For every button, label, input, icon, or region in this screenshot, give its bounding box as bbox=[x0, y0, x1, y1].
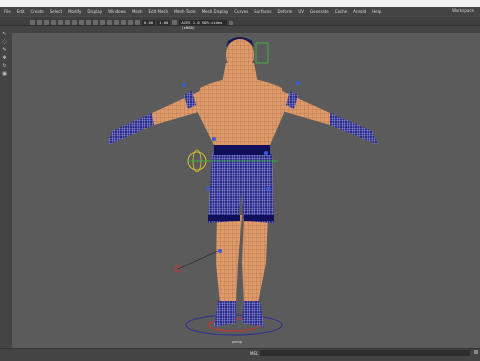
viewport-canvas[interactable] bbox=[12, 33, 480, 348]
shorts-hem-right bbox=[244, 215, 274, 221]
menu-modify[interactable]: Modify bbox=[68, 9, 81, 14]
camera-attributes-icon[interactable] bbox=[37, 20, 42, 25]
head-controller[interactable] bbox=[255, 42, 269, 64]
menu-display[interactable]: Display bbox=[87, 9, 102, 14]
menu-create[interactable]: Create bbox=[30, 9, 43, 14]
smooth-shade-icon[interactable] bbox=[86, 20, 91, 25]
scale-tool-icon[interactable]: ▣ bbox=[1, 70, 8, 77]
left-forearm-wrap[interactable] bbox=[108, 113, 154, 145]
grid-icon[interactable] bbox=[58, 20, 63, 25]
ambient-occlusion-icon[interactable] bbox=[114, 20, 119, 25]
workspace-label[interactable]: Workspace bbox=[452, 8, 474, 13]
bookmark-icon[interactable] bbox=[44, 20, 49, 25]
left-boot[interactable] bbox=[214, 301, 236, 327]
menu-file[interactable]: File bbox=[4, 9, 11, 14]
select-camera-icon[interactable] bbox=[30, 20, 35, 25]
rotate-tool-icon[interactable]: ↻ bbox=[1, 62, 8, 69]
menu-select[interactable]: Select bbox=[50, 9, 62, 14]
right-boot[interactable] bbox=[242, 301, 264, 327]
gamma-field[interactable]: 1.00 bbox=[157, 20, 171, 25]
window-title-strip bbox=[0, 0, 480, 7]
perspective-viewport[interactable] bbox=[12, 33, 480, 348]
menu-help[interactable]: Help bbox=[372, 9, 381, 14]
exposure-field[interactable]: 0.00 bbox=[142, 20, 156, 25]
camera-name-label: persp bbox=[232, 340, 243, 344]
left-toolbox: ↖ ◌ ✎ ✥ ↻ ▣ bbox=[1, 30, 11, 78]
image-plane-icon[interactable] bbox=[51, 20, 56, 25]
command-input[interactable] bbox=[260, 350, 470, 356]
film-gate-icon[interactable] bbox=[65, 20, 70, 25]
menu-curves[interactable]: Curves bbox=[234, 9, 248, 14]
menu-mesh-tools[interactable]: Mesh Tools bbox=[174, 9, 196, 14]
menu-arnold[interactable]: Arnold bbox=[353, 9, 366, 14]
isolate-select-icon[interactable] bbox=[121, 20, 126, 25]
xray-icon[interactable] bbox=[128, 20, 133, 25]
viewport-toolbar: 0.00 1.00 ACES 1.0 SDR-video (sRGB) bbox=[0, 19, 480, 30]
select-tool-icon[interactable]: ↖ bbox=[1, 30, 8, 37]
legs[interactable] bbox=[216, 215, 268, 303]
menu-uv[interactable]: UV bbox=[298, 9, 304, 14]
script-editor-icon[interactable] bbox=[474, 350, 478, 354]
menu-windows[interactable]: Windows bbox=[108, 9, 126, 14]
right-forearm-wrap[interactable] bbox=[330, 113, 378, 145]
color-management-icon[interactable] bbox=[172, 20, 178, 25]
resolution-gate-icon[interactable] bbox=[72, 20, 77, 25]
menu-mesh-display[interactable]: Mesh Display bbox=[202, 9, 229, 14]
menu-surfaces[interactable]: Surfaces bbox=[254, 9, 271, 14]
move-tool-icon[interactable]: ✥ bbox=[1, 54, 8, 61]
menu-deform[interactable]: Deform bbox=[277, 9, 292, 14]
menu-generate[interactable]: Generate bbox=[310, 9, 329, 14]
shorts-hem-left bbox=[208, 215, 240, 221]
xray-joints-icon[interactable] bbox=[135, 20, 140, 25]
menu-edit-mesh[interactable]: Edit Mesh bbox=[149, 9, 169, 14]
menu-cache[interactable]: Cache bbox=[335, 9, 347, 14]
texture-icon[interactable] bbox=[93, 20, 98, 25]
shorts[interactable] bbox=[208, 153, 274, 223]
wireframe-icon[interactable] bbox=[79, 20, 84, 25]
viewport-options-icon[interactable] bbox=[229, 20, 234, 25]
menu-mesh[interactable]: Mesh bbox=[132, 9, 143, 14]
command-language-label[interactable]: MEL bbox=[250, 351, 258, 356]
main-menubar: File Edit Create Select Modify Display W… bbox=[0, 7, 480, 16]
paint-select-icon[interactable]: ✎ bbox=[1, 46, 8, 53]
menu-edit[interactable]: Edit bbox=[17, 9, 25, 14]
color-space-dropdown[interactable]: ACES 1.0 SDR-video (sRGB) bbox=[179, 20, 228, 30]
lasso-tool-icon[interactable]: ◌ bbox=[1, 38, 8, 45]
lights-icon[interactable] bbox=[100, 20, 105, 25]
shadows-icon[interactable] bbox=[107, 20, 112, 25]
